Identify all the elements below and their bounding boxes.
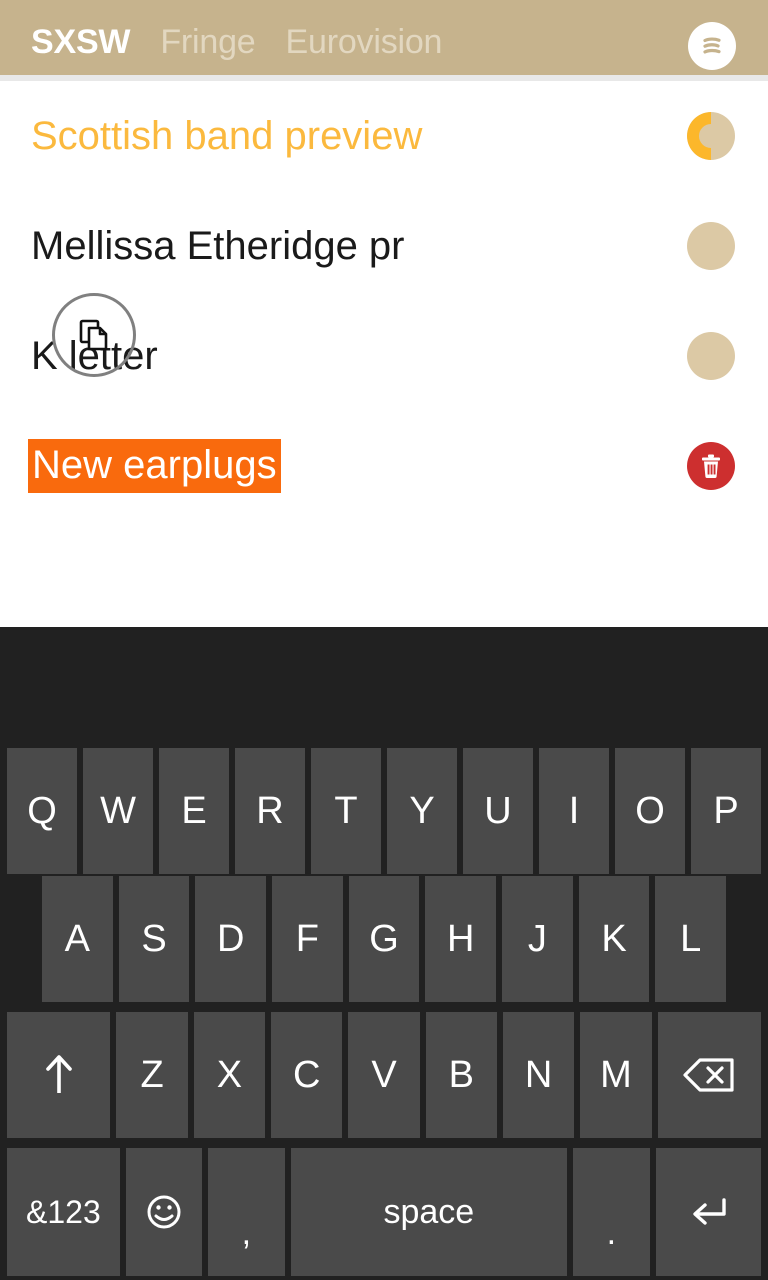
- key-h[interactable]: H: [425, 876, 497, 1002]
- key-g[interactable]: G: [348, 876, 420, 1002]
- tab-bar: SXSW Fringe Eurovision: [31, 22, 442, 62]
- key-d[interactable]: D: [195, 876, 267, 1002]
- copy-icon[interactable]: [52, 293, 136, 377]
- tab-sxsw[interactable]: SXSW: [31, 22, 131, 62]
- key-n[interactable]: N: [502, 1012, 575, 1138]
- on-screen-keyboard: Q W E R T Y U I O P A S D F G H J K L Z …: [0, 627, 768, 1280]
- circle-indicator[interactable]: [687, 332, 735, 380]
- key-q[interactable]: Q: [7, 748, 77, 874]
- enter-key[interactable]: [655, 1148, 761, 1276]
- key-w[interactable]: W: [83, 748, 153, 874]
- key-f[interactable]: F: [272, 876, 343, 1002]
- tab-eurovision[interactable]: Eurovision: [286, 22, 443, 62]
- list-item[interactable]: Mellissa Etheridge pr: [0, 191, 768, 301]
- symbols-key[interactable]: &123: [7, 1148, 120, 1276]
- key-j[interactable]: J: [502, 876, 573, 1002]
- enter-return-icon: [693, 1198, 726, 1225]
- emoji-key[interactable]: [125, 1148, 203, 1276]
- sort-lines-icon[interactable]: [688, 22, 736, 70]
- key-o[interactable]: O: [615, 748, 685, 874]
- delete-button[interactable]: [687, 442, 735, 490]
- keyboard-row-1: Q W E R T Y U I O P: [0, 748, 768, 874]
- list-item[interactable]: Scottish band preview: [0, 81, 768, 191]
- key-e[interactable]: E: [159, 748, 229, 874]
- suggestion-bar[interactable]: [0, 627, 768, 746]
- keyboard-row-2: A S D F G H J K L: [0, 876, 768, 1002]
- key-p[interactable]: P: [691, 748, 761, 874]
- emoji-smiley-icon: [147, 1195, 181, 1229]
- trash-icon: [702, 454, 720, 478]
- key-b[interactable]: B: [425, 1012, 497, 1138]
- key-k[interactable]: K: [578, 876, 650, 1002]
- list-item-title: Scottish band preview: [31, 114, 423, 158]
- note-list: Scottish band preview Mellissa Etheridge…: [0, 81, 768, 627]
- tab-fringe[interactable]: Fringe: [160, 22, 255, 62]
- list-item[interactable]: New earplugs: [0, 411, 768, 521]
- list-item-title: Mellissa Etheridge pr: [31, 224, 405, 268]
- circle-indicator[interactable]: [687, 222, 735, 270]
- key-y[interactable]: Y: [387, 748, 457, 874]
- key-m[interactable]: M: [580, 1012, 652, 1138]
- key-i[interactable]: I: [539, 748, 609, 874]
- shift-arrow-up-icon: [45, 1055, 72, 1093]
- key-s[interactable]: S: [118, 876, 190, 1002]
- backspace-key[interactable]: [657, 1012, 761, 1138]
- keyboard-row-3: Z X C V B N M: [0, 1012, 768, 1138]
- list-item-title-selected: New earplugs: [28, 439, 281, 493]
- key-t[interactable]: T: [311, 748, 381, 874]
- backspace-icon: [683, 1058, 734, 1092]
- list-item[interactable]: K letter: [0, 293, 768, 411]
- comma-key[interactable]: ,: [208, 1148, 285, 1276]
- keyboard-row-4: &123 , space .: [0, 1148, 768, 1276]
- space-key[interactable]: space: [290, 1148, 568, 1276]
- key-c[interactable]: C: [271, 1012, 343, 1138]
- half-circle-indicator[interactable]: [687, 112, 735, 160]
- key-x[interactable]: X: [193, 1012, 266, 1138]
- half-circle-ring: [687, 112, 711, 160]
- app-root: SXSW Fringe Eurovision Scottish band pre…: [0, 0, 768, 1280]
- key-z[interactable]: Z: [116, 1012, 188, 1138]
- key-l[interactable]: L: [655, 876, 727, 1002]
- period-key[interactable]: .: [573, 1148, 650, 1276]
- shift-key[interactable]: [7, 1012, 111, 1138]
- key-v[interactable]: V: [348, 1012, 420, 1138]
- key-a[interactable]: A: [42, 876, 113, 1002]
- key-r[interactable]: R: [235, 748, 305, 874]
- app-header: SXSW Fringe Eurovision: [0, 0, 768, 75]
- key-u[interactable]: U: [463, 748, 533, 874]
